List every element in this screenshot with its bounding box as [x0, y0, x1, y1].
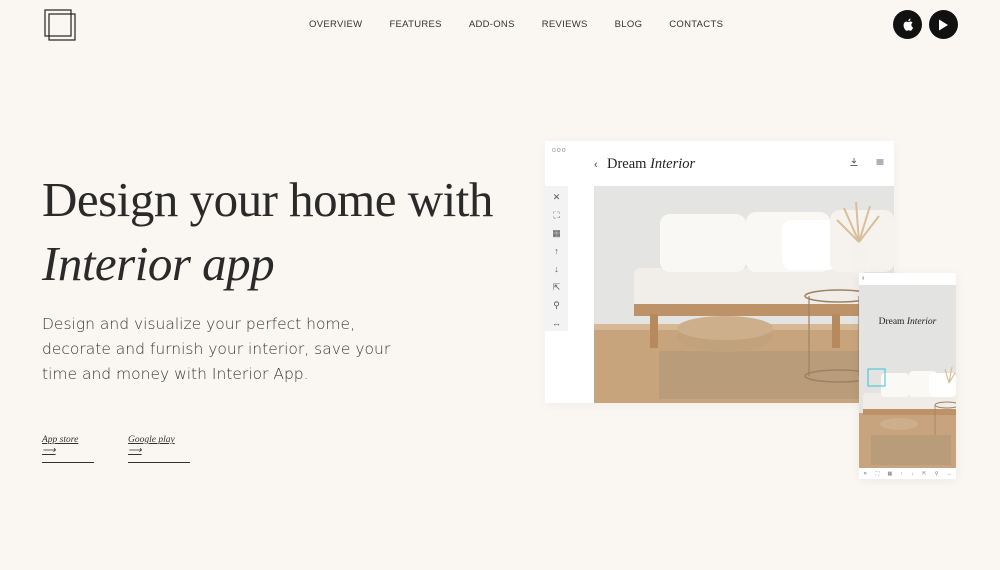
arrow-down-icon[interactable]: ↓: [554, 260, 559, 278]
mockup-title: Dream Interior: [607, 156, 695, 173]
nav-overview[interactable]: OVERVIEW: [309, 19, 362, 30]
phone-mockup: ‹ Dream Interior ✕ ⛶ ▦ ↑ ↓ ⇱ ⚲ ↔: [859, 273, 956, 479]
hero-title-line1: Design your home with: [42, 172, 493, 227]
mockup-title-italic: Interior: [650, 156, 696, 172]
resize-icon[interactable]: ↔: [552, 314, 561, 332]
mockup-actions: [850, 158, 884, 166]
hero-description: Design and visualize your perfect home, …: [42, 315, 391, 383]
window-dots: ooo: [552, 147, 567, 154]
nav-blog[interactable]: BLOG: [615, 19, 643, 30]
hero-title: Design your home with Interior app: [42, 168, 493, 296]
phone-fullscreen-icon[interactable]: ⛶: [876, 471, 880, 477]
mockup-title-plain: Dream: [607, 156, 651, 172]
phone-close-icon[interactable]: ✕: [863, 471, 867, 477]
phone-external-icon[interactable]: ⇱: [922, 471, 926, 477]
main-nav: OVERVIEW FEATURES ADD-ONS REVIEWS BLOG C…: [309, 19, 750, 30]
phone-arrow-down-icon[interactable]: ↓: [911, 471, 914, 477]
google-play-button[interactable]: [929, 10, 958, 39]
phone-toolbar: ✕ ⛶ ▦ ↑ ↓ ⇱ ⚲ ↔: [859, 468, 956, 479]
phone-title-plain: Dream: [878, 317, 907, 327]
nav-add-ons[interactable]: ADD-ONS: [469, 19, 515, 30]
phone-grid-icon[interactable]: ▦: [888, 471, 893, 477]
google-play-link[interactable]: Google play ⟶: [128, 435, 190, 463]
phone-back-icon[interactable]: ‹: [859, 273, 956, 285]
apple-icon: [903, 18, 913, 31]
app-store-link[interactable]: App store ⟶: [42, 435, 94, 463]
phone-title: Dream Interior: [859, 317, 956, 327]
mockup-toolbar: ✕ ⛶ ▦ ↑ ↓ ⇱ ⚲ ↔: [545, 186, 568, 331]
phone-resize-icon[interactable]: ↔: [947, 471, 952, 477]
nav-features[interactable]: FEATURES: [389, 19, 441, 30]
phone-title-italic: Interior: [906, 317, 937, 327]
phone-room-illustration: [859, 285, 956, 468]
nav-reviews[interactable]: REVIEWS: [542, 19, 588, 30]
living-room-illustration: [594, 186, 894, 403]
download-icon[interactable]: [850, 158, 858, 166]
search-icon[interactable]: ⚲: [553, 296, 560, 314]
close-icon[interactable]: ✕: [553, 188, 561, 206]
external-icon[interactable]: ⇱: [553, 278, 561, 296]
fullscreen-icon[interactable]: ⛶: [553, 206, 559, 224]
phone-arrow-up-icon[interactable]: ↑: [901, 471, 904, 477]
back-icon[interactable]: ‹: [594, 159, 598, 171]
room-photo: [594, 186, 894, 403]
grid-icon[interactable]: ▦: [552, 224, 561, 242]
apple-store-button[interactable]: [893, 10, 922, 39]
nav-contacts[interactable]: CONTACTS: [669, 19, 723, 30]
arrow-up-icon[interactable]: ↑: [554, 242, 559, 260]
phone-search-icon[interactable]: ⚲: [935, 471, 939, 477]
play-icon: [939, 19, 948, 30]
hero-title-line2: Interior app: [42, 236, 275, 291]
phone-room-photo: [859, 285, 956, 468]
desktop-mockup: ooo ✕ ⛶ ▦ ↑ ↓ ⇱ ⚲ ↔ ‹ Dream Interior: [545, 141, 894, 403]
layers-icon[interactable]: [876, 158, 884, 166]
store-buttons: [893, 10, 958, 39]
logo-icon[interactable]: [44, 9, 76, 41]
